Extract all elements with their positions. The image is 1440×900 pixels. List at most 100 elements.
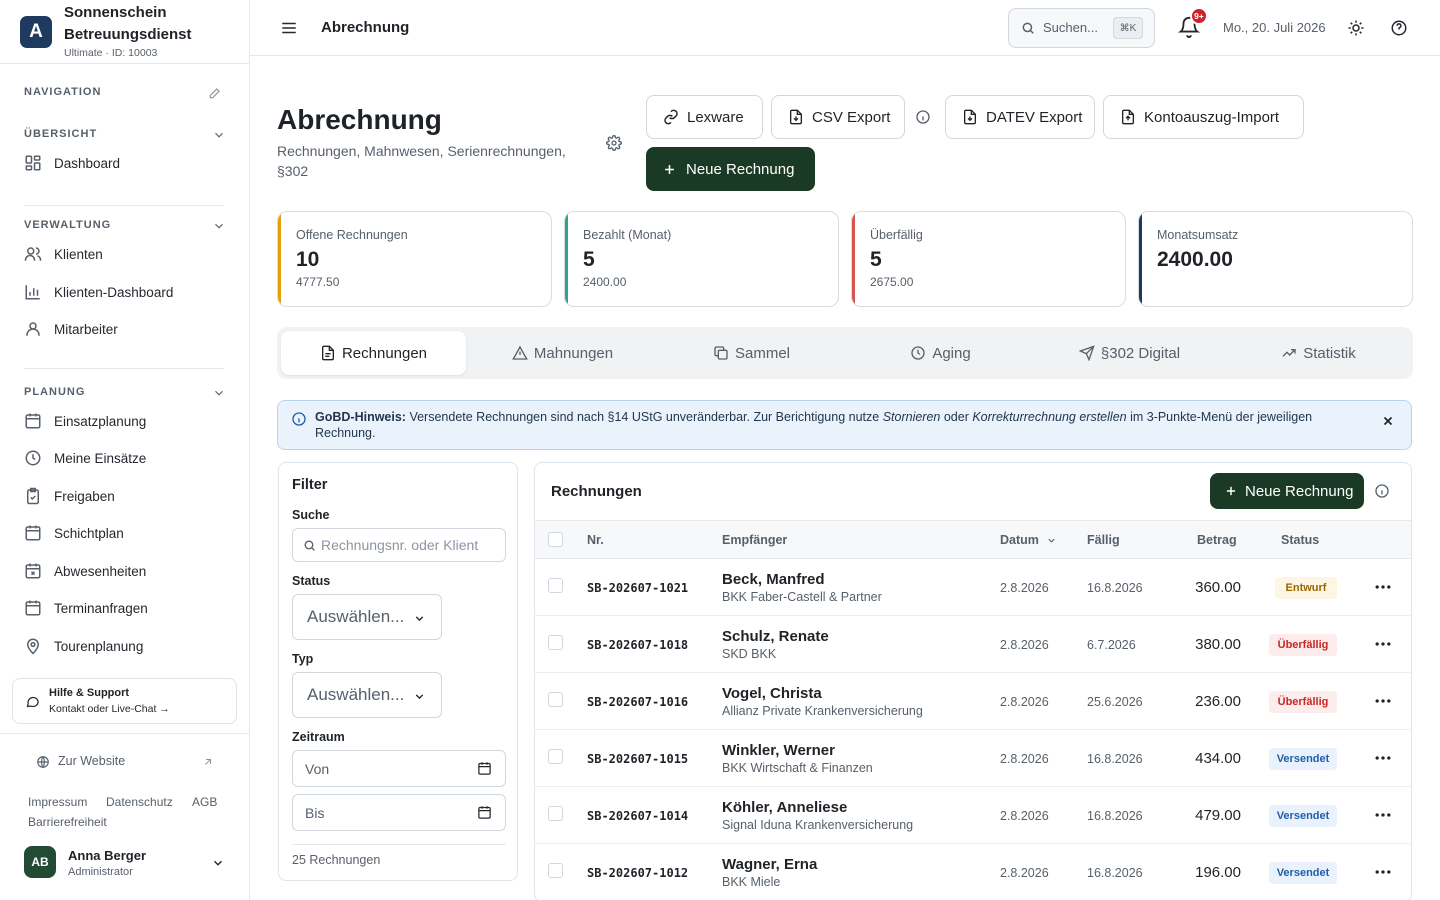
recipient-name: Köhler, Anneliese <box>722 799 848 816</box>
user-name[interactable]: Anna Berger <box>68 848 146 863</box>
table-row[interactable]: SB-202607-1014 Köhler, Anneliese Signal Id… <box>535 787 1411 844</box>
more-actions-icon[interactable] <box>1373 694 1393 708</box>
lexware-button[interactable]: Lexware <box>646 95 763 139</box>
more-actions-icon[interactable] <box>1373 637 1393 651</box>
help-support-card[interactable]: Hilfe & Support Kontakt oder Live-Chat → <box>12 678 237 724</box>
copy-icon <box>714 346 728 360</box>
sidebar-item-dashboard[interactable]: Dashboard <box>16 146 236 180</box>
group-header-uebersicht[interactable]: ÜBERSICHT <box>24 128 97 140</box>
agb-link[interactable]: AGB <box>192 795 217 809</box>
invoice-number[interactable]: SB-202607-1015 <box>587 752 688 766</box>
more-actions-icon[interactable] <box>1373 808 1393 822</box>
date-from-input[interactable]: Von <box>292 750 506 787</box>
csv-export-button[interactable]: CSV Export <box>771 95 905 139</box>
sidebar-item-meine-einsaetze[interactable]: Meine Einsätze <box>16 441 236 475</box>
row-checkbox[interactable] <box>548 635 563 650</box>
col-datum[interactable]: Datum <box>1000 533 1039 547</box>
col-status[interactable]: Status <box>1281 533 1319 547</box>
sort-desc-icon[interactable] <box>1046 535 1057 546</box>
table-row[interactable]: SB-202607-1021 Beck, Manfred BKK Faber-Cas… <box>535 559 1411 616</box>
row-checkbox[interactable] <box>548 806 563 821</box>
tab-statistik[interactable]: Statistik <box>1226 331 1411 375</box>
kpi-card-ueberfaellig[interactable]: Überfällig 5 2675.00 <box>851 211 1126 307</box>
info-icon[interactable] <box>915 109 931 125</box>
sidebar-item-mitarbeiter[interactable]: Mitarbeiter <box>16 312 236 346</box>
tab-mahnungen[interactable]: Mahnungen <box>470 331 655 375</box>
info-icon[interactable] <box>1374 483 1390 499</box>
table-row[interactable]: SB-202607-1012 Wagner, Erna BKK Miele 2.8.2… <box>535 844 1411 900</box>
gear-icon[interactable] <box>606 135 622 151</box>
col-empfaenger[interactable]: Empfänger <box>722 533 787 547</box>
kontoauszug-import-button[interactable]: Kontoauszug-Import <box>1103 95 1304 139</box>
more-actions-icon[interactable] <box>1373 580 1393 594</box>
due-date: 16.8.2026 <box>1087 752 1143 766</box>
row-checkbox[interactable] <box>548 863 563 878</box>
sidebar-item-klienten[interactable]: Klienten <box>16 237 236 271</box>
invoice-number[interactable]: SB-202607-1012 <box>587 866 688 880</box>
more-actions-icon[interactable] <box>1373 865 1393 879</box>
row-checkbox[interactable] <box>548 692 563 707</box>
sidebar-item-klienten-dashboard[interactable]: Klienten-Dashboard <box>16 275 236 309</box>
sidebar-item-einsatzplanung[interactable]: Einsatzplanung <box>16 404 236 438</box>
notice-text: GoBD-Hinweis: Versendete Rechnungen sind… <box>315 409 1365 441</box>
invoice-number[interactable]: SB-202607-1016 <box>587 695 688 709</box>
chevron-down-icon[interactable] <box>212 219 226 233</box>
brand-header[interactable]: A Sonnenschein Betreuungsdienst Ultimate… <box>0 0 249 64</box>
row-checkbox[interactable] <box>548 578 563 593</box>
col-betrag[interactable]: Betrag <box>1197 533 1237 547</box>
calendar-x-icon <box>25 563 41 579</box>
new-invoice-button[interactable]: Neue Rechnung <box>646 147 815 191</box>
chevron-down-icon[interactable] <box>212 128 226 142</box>
sidebar-item-freigaben[interactable]: Freigaben <box>16 479 236 513</box>
help-circle-icon[interactable] <box>1390 19 1408 37</box>
barrierefreiheit-link[interactable]: Barrierefreiheit <box>28 815 107 829</box>
row-checkbox[interactable] <box>548 749 563 764</box>
chevron-down-icon[interactable] <box>212 386 226 400</box>
invoice-number[interactable]: SB-202607-1021 <box>587 581 688 595</box>
website-link[interactable]: Zur Website <box>58 754 125 768</box>
tab-aging[interactable]: Aging <box>848 331 1033 375</box>
datenschutz-link[interactable]: Datenschutz <box>106 795 173 809</box>
invoice-number[interactable]: SB-202607-1014 <box>587 809 688 823</box>
tab-302-digital[interactable]: §302 Digital <box>1037 331 1222 375</box>
sun-icon[interactable] <box>1347 19 1365 37</box>
datev-export-button[interactable]: DATEV Export <box>945 95 1095 139</box>
shortcut-hint: ⌘K <box>1113 17 1143 39</box>
sidebar-item-terminanfragen[interactable]: Terminanfragen <box>16 591 236 625</box>
filter-search-input[interactable]: Rechnungsnr. oder Klient <box>292 528 506 562</box>
chevron-down-icon[interactable] <box>211 856 225 870</box>
close-icon[interactable] <box>1381 414 1395 428</box>
sidebar-item-tourenplanung[interactable]: Tourenplanung <box>16 629 236 663</box>
recipient-name: Winkler, Werner <box>722 742 835 759</box>
col-faellig[interactable]: Fällig <box>1087 533 1120 547</box>
table-row[interactable]: SB-202607-1015 Winkler, Werner BKK Wirtsch… <box>535 730 1411 787</box>
typ-select[interactable]: Auswählen... <box>292 672 442 718</box>
tab-rechnungen[interactable]: Rechnungen <box>281 331 466 375</box>
global-search[interactable]: Suchen... ⌘K <box>1008 8 1155 48</box>
impressum-link[interactable]: Impressum <box>28 795 87 809</box>
avatar[interactable]: AB <box>24 846 56 878</box>
table-row[interactable]: SB-202607-1018 Schulz, Renate SKD BKK 2.8.2… <box>535 616 1411 673</box>
invoice-number[interactable]: SB-202607-1018 <box>587 638 688 652</box>
sidebar-item-abwesenheiten[interactable]: Abwesenheiten <box>16 554 236 588</box>
menu-icon[interactable] <box>280 19 298 37</box>
table-row[interactable]: SB-202607-1016 Vogel, Christa Allianz Priv… <box>535 673 1411 730</box>
kpi-card-offene-rechnungen[interactable]: Offene Rechnungen 10 4777.50 <box>277 211 552 307</box>
recipient-payer: Signal Iduna Krankenversicherung <box>722 818 914 832</box>
more-actions-icon[interactable] <box>1373 751 1393 765</box>
group-header-planung[interactable]: PLANUNG <box>24 386 85 398</box>
select-all-checkbox[interactable] <box>548 532 563 547</box>
tab-sammel[interactable]: Sammel <box>659 331 844 375</box>
recipient-name: Beck, Manfred <box>722 571 825 588</box>
sidebar-item-schichtplan[interactable]: Schichtplan <box>16 516 236 550</box>
status-select[interactable]: Auswählen... <box>292 594 442 640</box>
lexware-label: Lexware <box>687 108 744 126</box>
edit-nav-icon[interactable] <box>208 86 222 100</box>
external-link-icon[interactable] <box>202 756 214 768</box>
col-nr[interactable]: Nr. <box>587 533 604 547</box>
date-to-input[interactable]: Bis <box>292 794 506 831</box>
kpi-card-monatsumsatz[interactable]: Monatsumsatz 2400.00 <box>1138 211 1413 307</box>
kpi-card-bezahlt[interactable]: Bezahlt (Monat) 5 2400.00 <box>564 211 839 307</box>
table-new-invoice-button[interactable]: Neue Rechnung <box>1210 473 1364 509</box>
group-header-verwaltung[interactable]: VERWALTUNG <box>24 219 111 231</box>
